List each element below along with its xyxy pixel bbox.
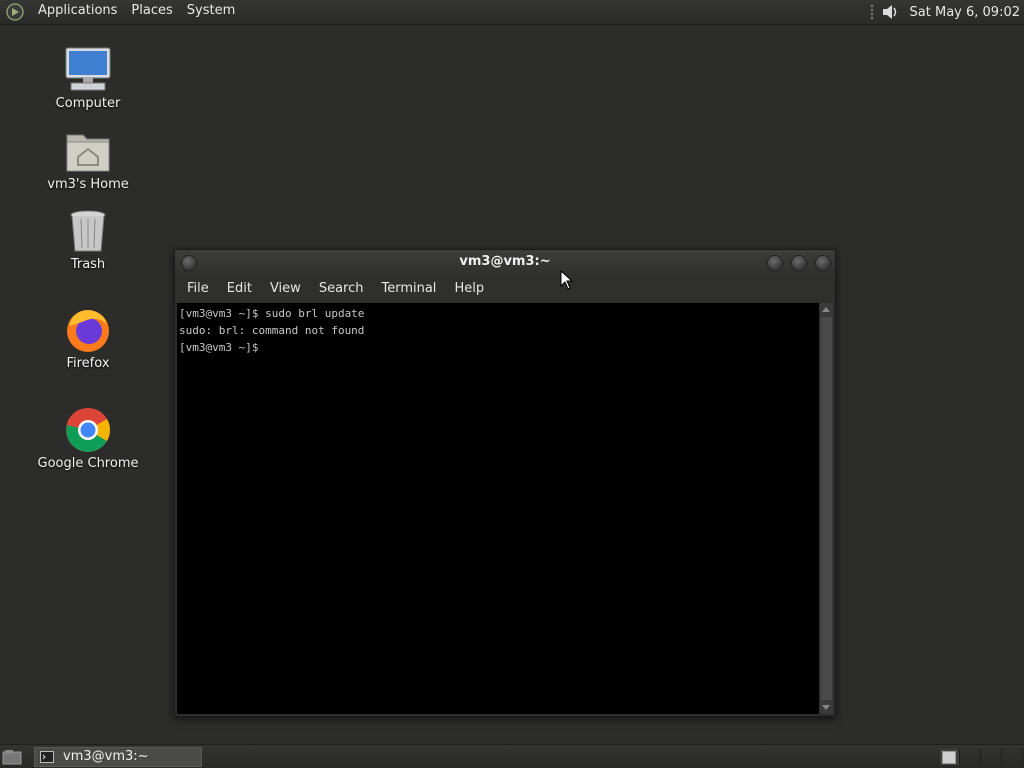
desktop-icon-label: Trash — [70, 257, 106, 272]
mouse-pointer-icon — [560, 270, 574, 290]
menu-applications[interactable]: Applications — [31, 0, 124, 24]
menu-places[interactable]: Places — [124, 0, 179, 24]
trash-icon — [70, 210, 106, 252]
top-panel: Applications Places System Sat May 6, 09… — [0, 0, 1024, 25]
workspace-3[interactable] — [982, 749, 1002, 765]
menu-view[interactable]: View — [261, 277, 310, 301]
bottom-panel: vm3@vm3:~ — [0, 744, 1024, 768]
workspace-2[interactable] — [961, 749, 981, 765]
terminal-icon — [40, 751, 54, 763]
menu-help[interactable]: Help — [445, 277, 493, 301]
minimize-button[interactable] — [767, 255, 783, 271]
window-titlebar[interactable]: vm3@vm3:~ — [175, 250, 835, 276]
close-button[interactable] — [815, 255, 831, 271]
desktop-icon-firefox[interactable]: Firefox — [33, 306, 143, 371]
menu-search[interactable]: Search — [310, 277, 373, 301]
desktop-icon-trash[interactable]: Trash — [33, 207, 143, 272]
scroll-down-icon[interactable] — [822, 705, 830, 710]
terminal-scrollbar[interactable] — [820, 303, 833, 714]
menu-system[interactable]: System — [180, 0, 242, 24]
gnome-foot-icon[interactable] — [5, 2, 25, 22]
terminal-line: sudo: brl: command not found — [179, 324, 365, 337]
desktop-icon-computer[interactable]: Computer — [33, 46, 143, 111]
panel-separator — [869, 4, 874, 20]
taskbar-terminal-button[interactable]: vm3@vm3:~ — [34, 747, 202, 767]
terminal-line: [vm3@vm3 ~]$ sudo brl update — [179, 307, 365, 320]
scroll-up-icon[interactable] — [822, 307, 830, 312]
maximize-button[interactable] — [791, 255, 807, 271]
desktop-icon-label: Computer — [55, 96, 121, 111]
terminal-menubar: File Edit View Search Terminal Help — [175, 276, 835, 302]
window-title: vm3@vm3:~ — [459, 254, 551, 269]
workspace-1[interactable] — [940, 749, 960, 765]
menu-terminal[interactable]: Terminal — [372, 277, 445, 301]
workspace-4[interactable] — [1003, 749, 1023, 765]
volume-icon[interactable] — [880, 2, 900, 22]
desktop-icon-chrome[interactable]: Google Chrome — [33, 406, 143, 471]
show-desktop-icon[interactable] — [2, 748, 22, 766]
home-folder-icon — [66, 134, 110, 172]
desktop-icon-label: Google Chrome — [37, 456, 139, 471]
workspace-window-preview — [942, 751, 956, 764]
taskbar-task-label: vm3@vm3:~ — [63, 749, 149, 764]
clock[interactable]: Sat May 6, 09:02 — [910, 5, 1020, 20]
firefox-icon — [67, 310, 109, 352]
desktop-icon-home[interactable]: vm3's Home — [33, 127, 143, 192]
workspace-switcher[interactable] — [940, 749, 1024, 767]
desktop-icon-label: vm3's Home — [47, 177, 129, 192]
terminal-output[interactable]: [vm3@vm3 ~]$ sudo brl update sudo: brl: … — [177, 303, 819, 714]
desktop-icon-label: Firefox — [66, 356, 110, 371]
scrollbar-thumb[interactable] — [821, 317, 832, 700]
menu-edit[interactable]: Edit — [218, 277, 261, 301]
terminal-prompt-line[interactable]: [vm3@vm3 ~]$ — [179, 339, 819, 356]
chrome-icon — [66, 408, 110, 452]
window-menu-button[interactable] — [181, 255, 197, 271]
terminal-window[interactable]: vm3@vm3:~ File Edit View Search Terminal… — [174, 249, 836, 717]
computer-icon — [65, 47, 111, 91]
desktop: Applications Places System Sat May 6, 09… — [0, 0, 1024, 768]
menu-file[interactable]: File — [178, 277, 218, 301]
